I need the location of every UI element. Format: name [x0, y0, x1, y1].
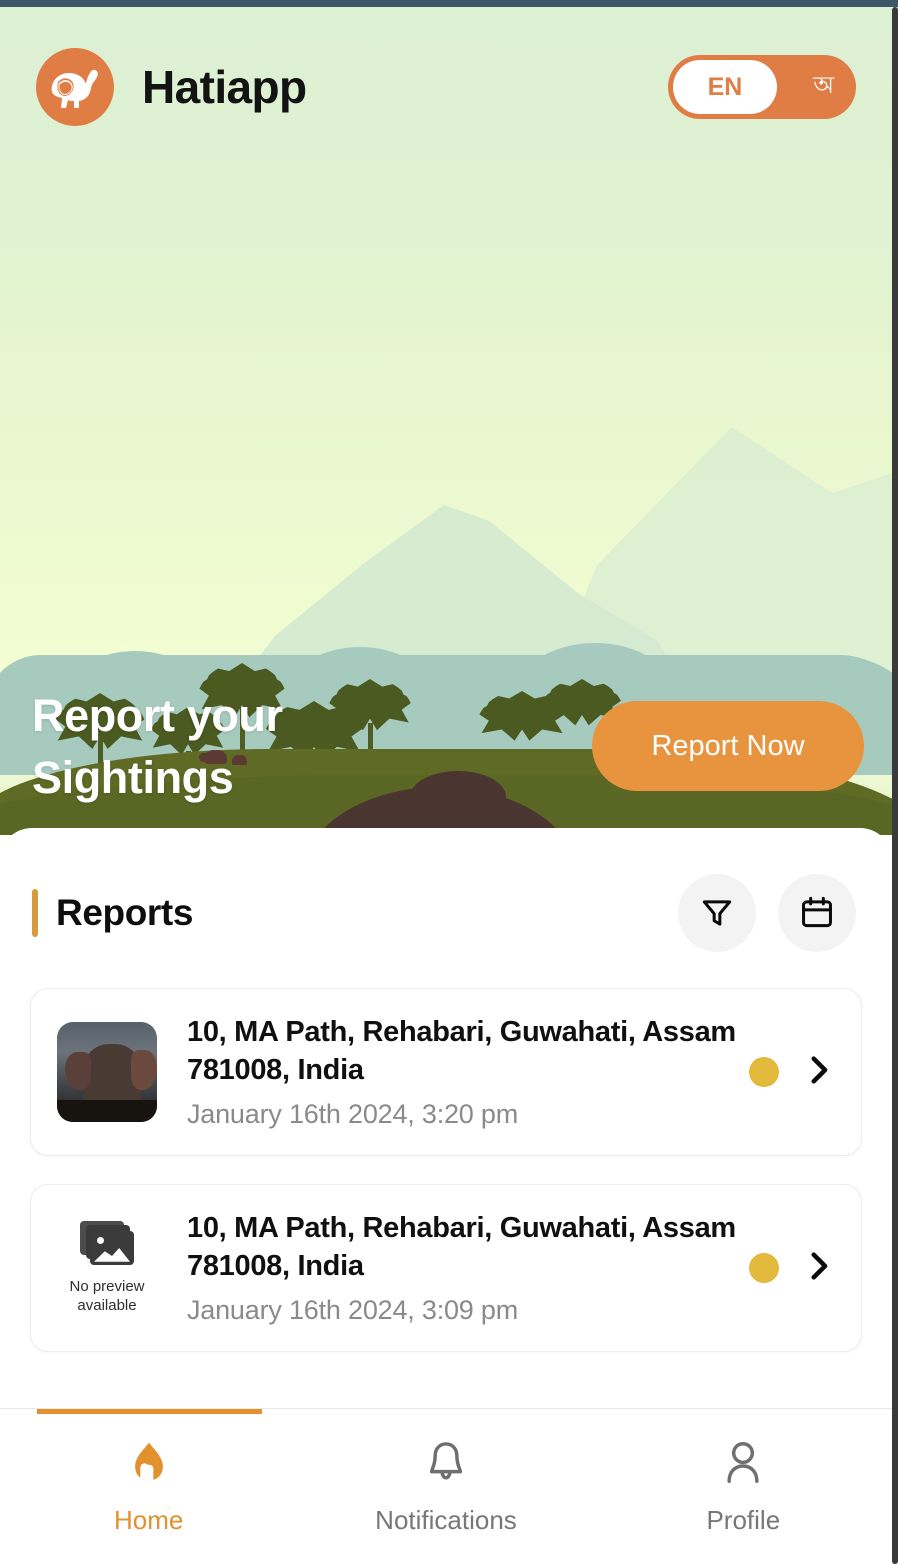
status-badge: [749, 1057, 779, 1087]
section-accent-bar: [32, 889, 38, 937]
report-thumbnail: No preview available: [55, 1220, 159, 1316]
report-thumbnail: [55, 1022, 159, 1122]
reports-sheet: Reports 10, MA Path, Rehabari, Guwahati,…: [0, 828, 892, 1408]
elephant-logo-icon: [36, 48, 114, 126]
hero-title-line2: Sightings: [32, 752, 234, 804]
nav-label-notifications: Notifications: [375, 1505, 517, 1535]
no-preview-placeholder: No preview available: [57, 1220, 157, 1316]
chevron-right-icon[interactable]: [801, 1249, 835, 1288]
report-now-button[interactable]: Report Now: [592, 701, 864, 791]
person-icon: [727, 1441, 759, 1483]
chevron-right-icon[interactable]: [801, 1053, 835, 1092]
nav-item-home[interactable]: Home: [0, 1409, 297, 1564]
report-now-label: Report Now: [651, 729, 805, 762]
report-card[interactable]: 10, MA Path, Rehabari, Guwahati, Assam 7…: [30, 988, 862, 1156]
nav-label-home: Home: [113, 1505, 184, 1535]
report-details: 10, MA Path, Rehabari, Guwahati, Assam 7…: [159, 1210, 749, 1326]
image-stack-icon: [76, 1220, 138, 1271]
app-header: Hatiapp EN অ: [0, 7, 892, 167]
nav-item-notifications[interactable]: Notifications: [297, 1409, 594, 1564]
report-date: January 16th 2024, 3:20 pm: [187, 1099, 519, 1130]
language-toggle-inactive[interactable]: অ: [813, 67, 834, 107]
filter-button[interactable]: [678, 874, 756, 952]
nav-label-profile: Profile: [706, 1505, 781, 1535]
calendar-button[interactable]: [778, 874, 856, 952]
elephant-photo-thumbnail: [57, 1022, 157, 1122]
no-preview-caption: No preview available: [69, 1278, 144, 1316]
bottom-navigation: Home Notifications Profile: [0, 1408, 892, 1564]
bell-icon: [429, 1442, 463, 1480]
reports-list: 10, MA Path, Rehabari, Guwahati, Assam 7…: [0, 952, 892, 1352]
reports-header-actions: [678, 874, 856, 952]
calendar-icon: [802, 896, 832, 928]
nav-item-profile[interactable]: Profile: [595, 1409, 892, 1564]
status-bar: [0, 0, 898, 7]
no-preview-line1: No preview: [69, 1277, 145, 1295]
app-root: Report your Sightings Report Now Hatiapp…: [0, 0, 898, 1564]
language-toggle-active[interactable]: EN: [673, 60, 777, 114]
no-preview-line2: available: [77, 1296, 137, 1314]
language-toggle[interactable]: EN অ: [668, 55, 856, 119]
reports-title: Reports: [56, 892, 193, 933]
active-tab-indicator: [37, 1409, 262, 1414]
reports-header: Reports: [0, 828, 892, 952]
report-details: 10, MA Path, Rehabari, Guwahati, Assam 7…: [159, 1014, 749, 1130]
filter-funnel-icon: [702, 900, 732, 926]
app-title: Hatiapp: [142, 61, 307, 113]
hero-title-line1: Report your: [32, 690, 283, 741]
report-address: 10, MA Path, Rehabari, Guwahati, Assam 7…: [187, 1211, 736, 1282]
vertical-scrollbar[interactable]: [892, 7, 898, 1564]
status-badge: [749, 1253, 779, 1283]
hero-title: Report your Sightings: [32, 685, 432, 809]
report-address: 10, MA Path, Rehabari, Guwahati, Assam 7…: [187, 1015, 736, 1086]
scrollbar-thumb[interactable]: [892, 7, 898, 1564]
home-icon: [134, 1442, 163, 1481]
report-date: January 16th 2024, 3:09 pm: [187, 1295, 519, 1326]
report-card[interactable]: No preview available 10, MA Path, Rehaba…: [30, 1184, 862, 1352]
